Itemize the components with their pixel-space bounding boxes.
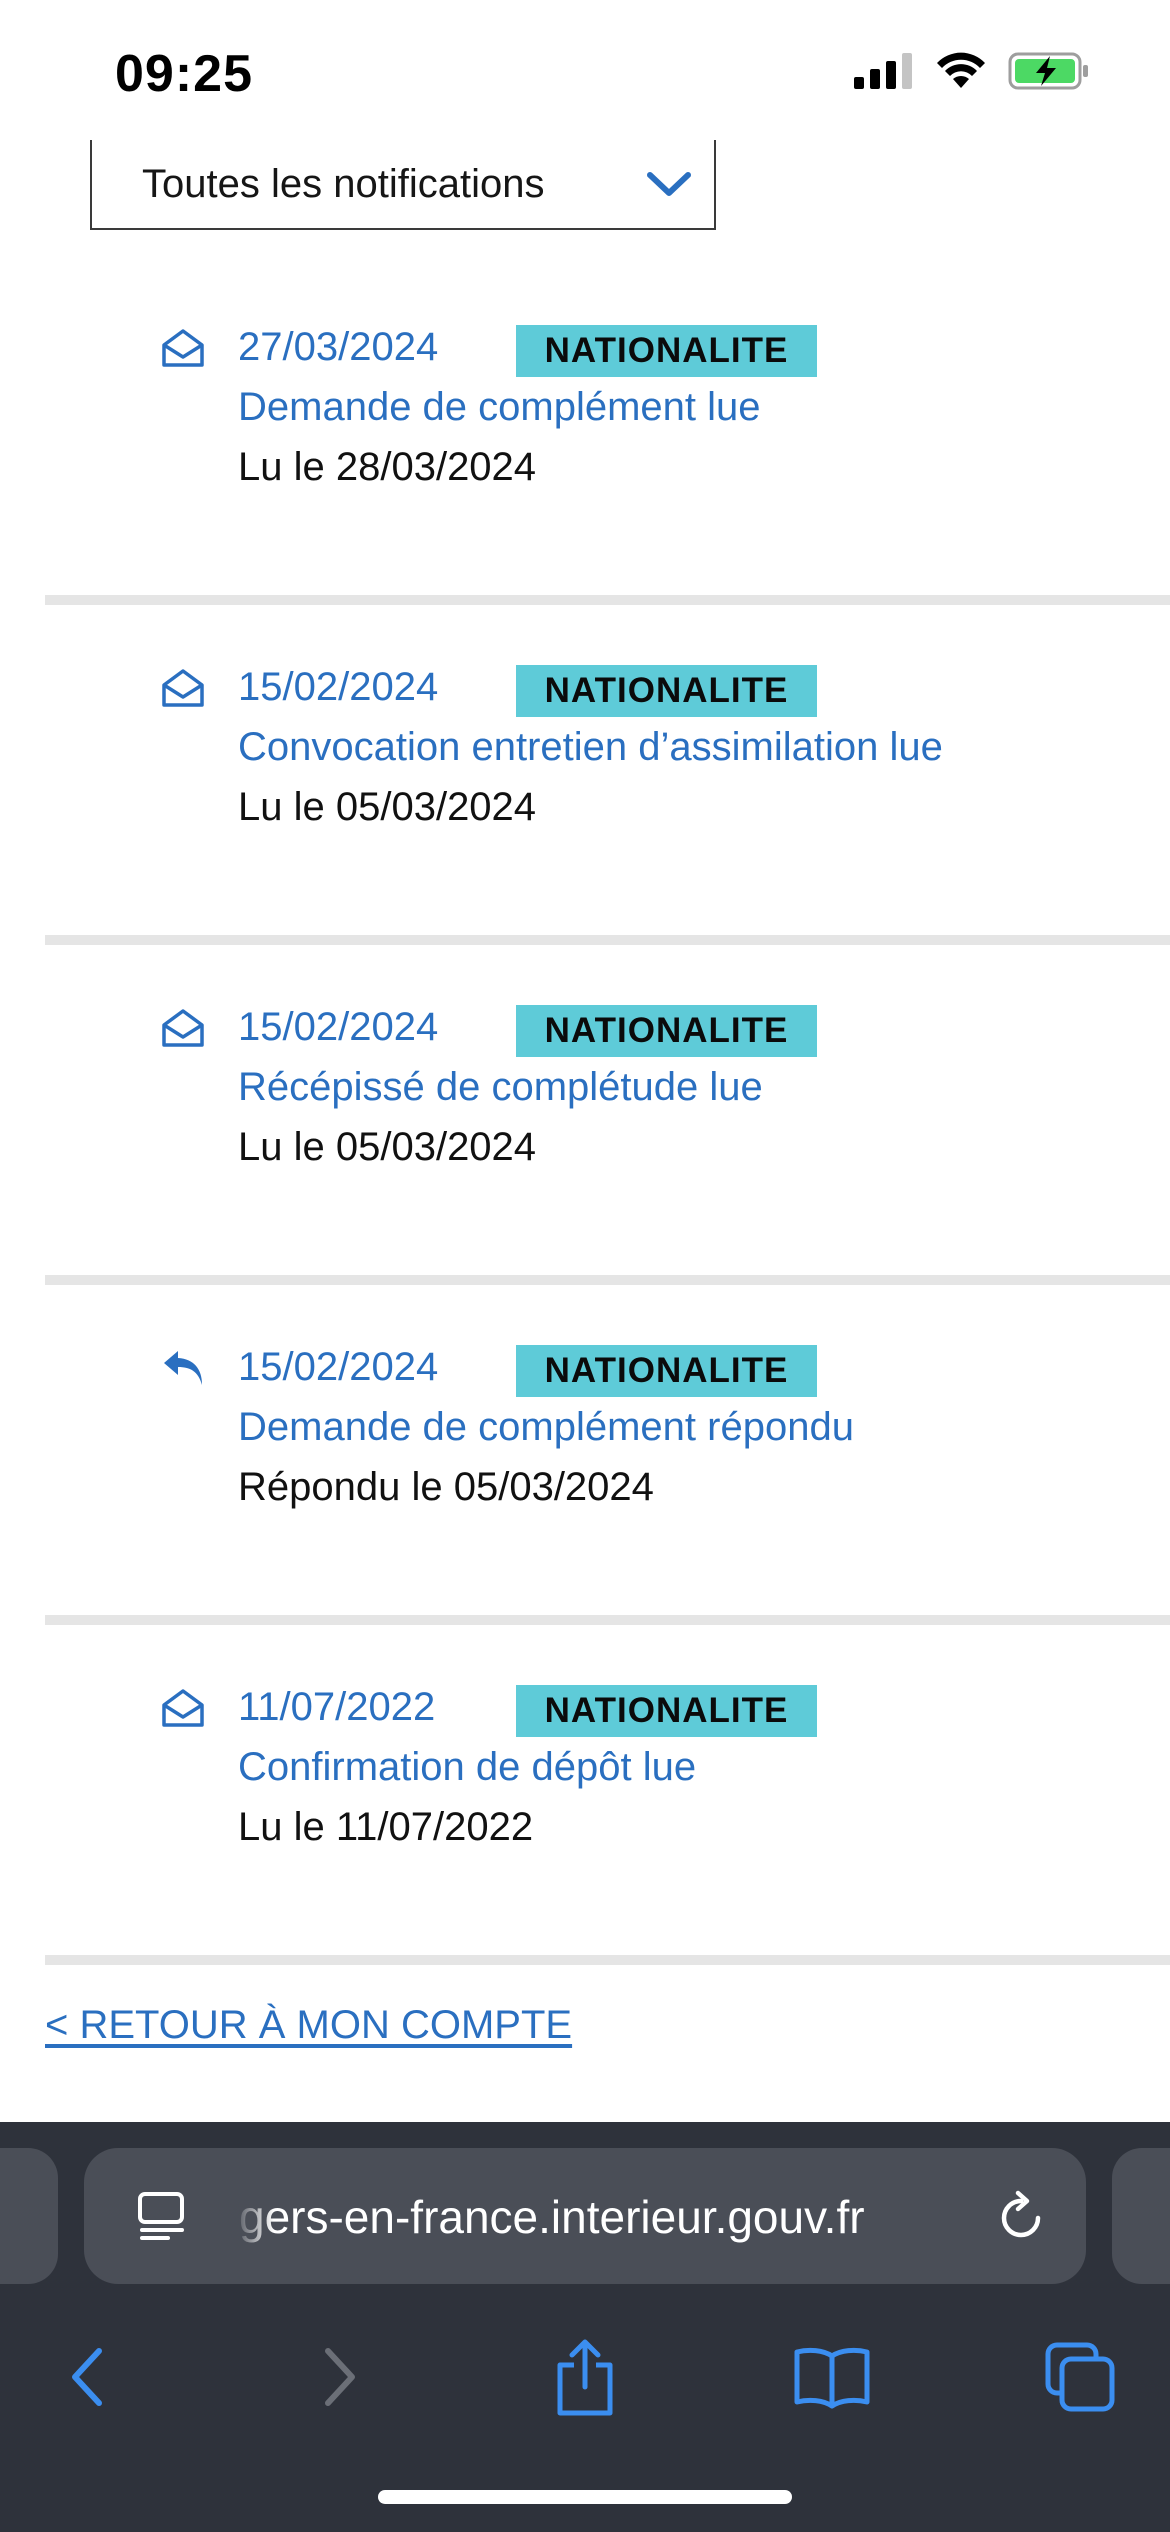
share-icon xyxy=(557,2339,613,2416)
envelope-open-icon xyxy=(162,1689,204,1727)
category-badge: NATIONALITE xyxy=(516,665,817,717)
tabs-icon xyxy=(1045,2342,1115,2412)
notification-item[interactable]: 27/03/2024 NATIONALITE Demande de complé… xyxy=(45,265,1170,605)
next-tab-preview[interactable] xyxy=(1112,2148,1170,2284)
notification-status: Lu le 28/03/2024 xyxy=(238,445,537,489)
filter-selected-label: Toutes les notifications xyxy=(142,161,545,206)
notification-item[interactable]: 15/02/2024 NATIONALITE Convocation entre… xyxy=(45,605,1170,945)
reply-icon xyxy=(164,1351,202,1385)
notification-status: Lu le 05/03/2024 xyxy=(238,785,537,829)
forward-button[interactable] xyxy=(295,2332,385,2422)
browser-chrome: gers-en-france.interieur.gouv.fr xyxy=(0,2122,1170,2532)
back-to-account-link[interactable]: < RETOUR À MON COMPTE xyxy=(45,2003,572,2048)
battery-charging-icon xyxy=(1008,52,1088,90)
notification-status: Lu le 11/07/2022 xyxy=(238,1805,534,1849)
notification-date: 15/02/2024 xyxy=(238,1345,439,1389)
reload-icon[interactable] xyxy=(994,2190,1048,2244)
previous-tab-preview[interactable] xyxy=(0,2148,58,2284)
notifications-list: 27/03/2024 NATIONALITE Demande de complé… xyxy=(45,265,1170,1965)
browser-toolbar xyxy=(0,2322,1170,2442)
wifi-icon xyxy=(937,52,985,88)
forward-icon xyxy=(325,2348,355,2406)
status-icons xyxy=(854,52,1090,90)
notification-status: Répondu le 05/03/2024 xyxy=(238,1465,654,1509)
category-badge: NATIONALITE xyxy=(516,325,817,377)
notification-title[interactable]: Récépissé de complétude lue xyxy=(238,1065,763,1110)
envelope-open-icon xyxy=(162,1009,204,1047)
cellular-signal-icon xyxy=(854,53,912,89)
url-text: gers-en-france.interieur.gouv.fr xyxy=(239,2191,865,2243)
status-time: 09:25 xyxy=(115,45,253,103)
notification-date: 15/02/2024 xyxy=(238,1005,439,1049)
notification-item[interactable]: 11/07/2022 NATIONALITE Confirmation de d… xyxy=(45,1625,1170,1965)
notification-item[interactable]: 15/02/2024 NATIONALITE Récépissé de comp… xyxy=(45,945,1170,1285)
notifications-filter-select[interactable]: Toutes les notifications xyxy=(90,140,716,230)
category-badge: NATIONALITE xyxy=(516,1345,817,1397)
back-button[interactable] xyxy=(42,2332,132,2422)
status-bar: 09:25 xyxy=(0,0,1170,140)
notification-date: 15/02/2024 xyxy=(238,665,439,709)
notification-title[interactable]: Demande de complément lue xyxy=(238,385,761,430)
page-menu-icon[interactable] xyxy=(136,2190,188,2242)
tabs-button[interactable] xyxy=(1035,2332,1125,2422)
notification-item[interactable]: 15/02/2024 NATIONALITE Demande de complé… xyxy=(45,1285,1170,1625)
home-indicator xyxy=(378,2490,792,2504)
notification-date: 27/03/2024 xyxy=(238,325,439,369)
notification-status: Lu le 05/03/2024 xyxy=(238,1125,537,1169)
category-badge: NATIONALITE xyxy=(516,1685,817,1737)
bookmarks-button[interactable] xyxy=(787,2332,877,2422)
envelope-open-icon xyxy=(162,669,204,707)
notification-title[interactable]: Confirmation de dépôt lue xyxy=(238,1745,696,1790)
notification-title[interactable]: Demande de complément répondu xyxy=(238,1405,854,1450)
envelope-open-icon xyxy=(162,329,204,367)
back-icon xyxy=(72,2348,102,2406)
address-bar[interactable]: gers-en-france.interieur.gouv.fr xyxy=(84,2148,1086,2284)
notification-title[interactable]: Convocation entretien d’assimilation lue xyxy=(238,725,943,770)
share-button[interactable] xyxy=(540,2332,630,2422)
category-badge: NATIONALITE xyxy=(516,1005,817,1057)
notification-date: 11/07/2022 xyxy=(238,1685,436,1729)
chevron-down-icon xyxy=(647,172,691,196)
bookmarks-icon xyxy=(794,2347,870,2409)
